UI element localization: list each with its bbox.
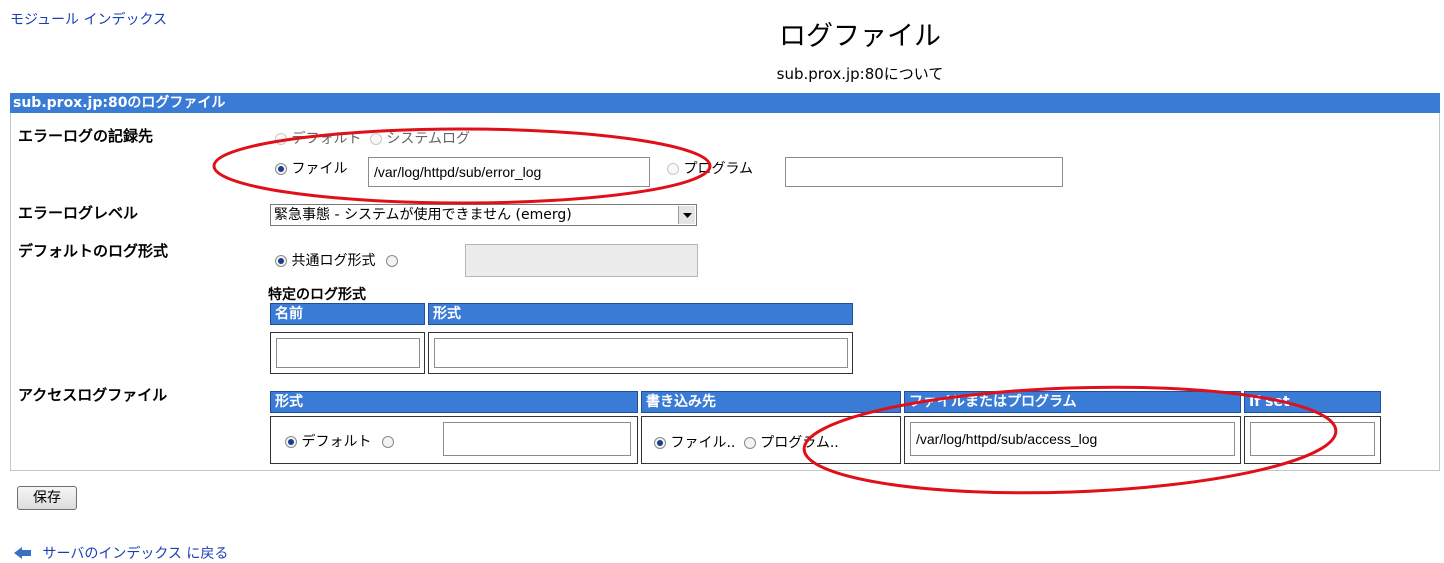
back-to-server-index[interactable]: サーバのインデックス に戻る: [14, 543, 228, 563]
annotation-circle-access-log: [802, 385, 1338, 495]
back-arrow-icon: [14, 547, 31, 559]
back-link-text[interactable]: サーバのインデックス に戻る: [42, 546, 228, 562]
annotation-circle-error-log: [212, 127, 712, 205]
annotation-overlay: [212, 127, 1338, 495]
save-button[interactable]: 保存: [17, 486, 77, 510]
